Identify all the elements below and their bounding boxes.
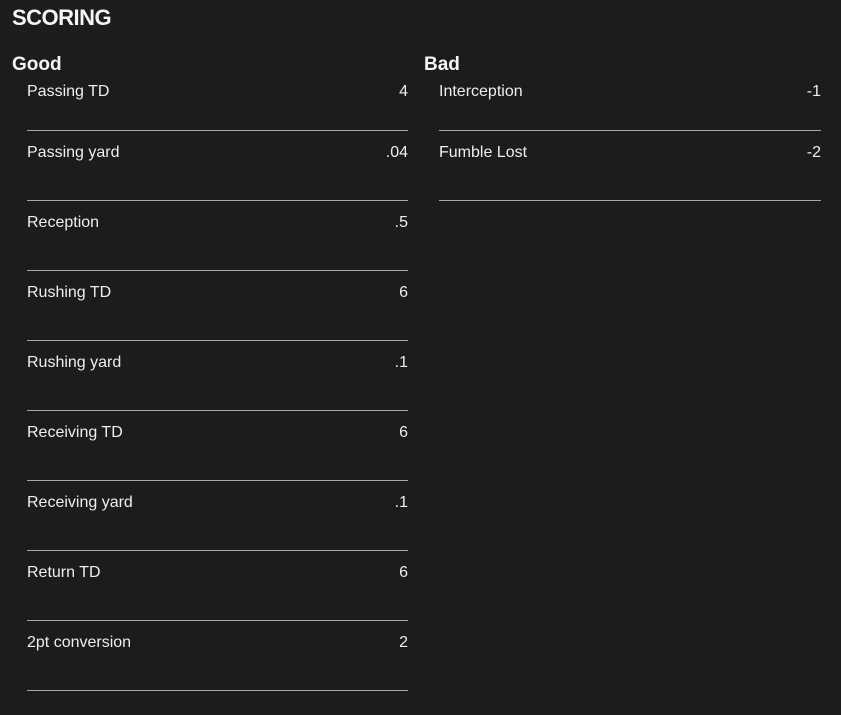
scoring-label: Receiving TD xyxy=(27,424,123,441)
scoring-value: .1 xyxy=(394,494,408,511)
scoring-label: Fumble Lost xyxy=(439,144,528,161)
scoring-row: Passing TD 4 xyxy=(27,79,408,131)
good-scoring-list: Passing TD 4 Passing yard .04 Reception .5 … xyxy=(27,79,408,691)
scoring-row: Return TD 6 xyxy=(27,551,408,621)
bad-heading: Bad xyxy=(424,54,460,75)
scoring-label: Interception xyxy=(439,82,523,100)
scoring-row: 2pt conversion 2 xyxy=(27,621,408,691)
scoring-label: 2pt conversion xyxy=(27,634,132,651)
scoring-value: 6 xyxy=(399,424,408,441)
good-scoring-column: Good Passing TD 4 Passing yard .04 Recepti… xyxy=(12,53,408,691)
scoring-label: Passing TD xyxy=(27,82,110,100)
scoring-label: Passing yard xyxy=(27,144,120,161)
scoring-label: Rushing yard xyxy=(27,354,122,371)
bad-scoring-column: Bad Interception -1 Fumble Lost -2 xyxy=(424,53,821,201)
scoring-row: Passing yard .04 xyxy=(27,131,408,201)
scoring-value: 6 xyxy=(399,284,408,301)
scoring-row: Interception -1 xyxy=(439,79,821,131)
scoring-row: Fumble Lost -2 xyxy=(439,131,821,201)
bad-scoring-list: Interception -1 Fumble Lost -2 xyxy=(439,79,821,201)
scoring-label: Rushing TD xyxy=(27,284,112,301)
scoring-label: Receiving yard xyxy=(27,494,133,511)
scoring-label: Return TD xyxy=(27,564,101,581)
scoring-row: Rushing yard .1 xyxy=(27,341,408,411)
scoring-value: .04 xyxy=(385,144,408,161)
scoring-row: Receiving TD 6 xyxy=(27,411,408,481)
scoring-value: 4 xyxy=(399,82,408,100)
good-heading: Good xyxy=(12,54,62,75)
scoring-value: .1 xyxy=(394,354,408,371)
scoring-row: Reception .5 xyxy=(27,201,408,271)
scoring-value: -1 xyxy=(806,82,821,100)
scoring-label: Reception xyxy=(27,214,100,231)
page-title: SCORING xyxy=(12,5,112,30)
scoring-row: Rushing TD 6 xyxy=(27,271,408,341)
scoring-row: Receiving yard .1 xyxy=(27,481,408,551)
scoring-value: 6 xyxy=(399,564,408,581)
scoring-value: .5 xyxy=(394,214,408,231)
scoring-value: -2 xyxy=(806,144,821,161)
scoring-value: 2 xyxy=(399,634,408,651)
